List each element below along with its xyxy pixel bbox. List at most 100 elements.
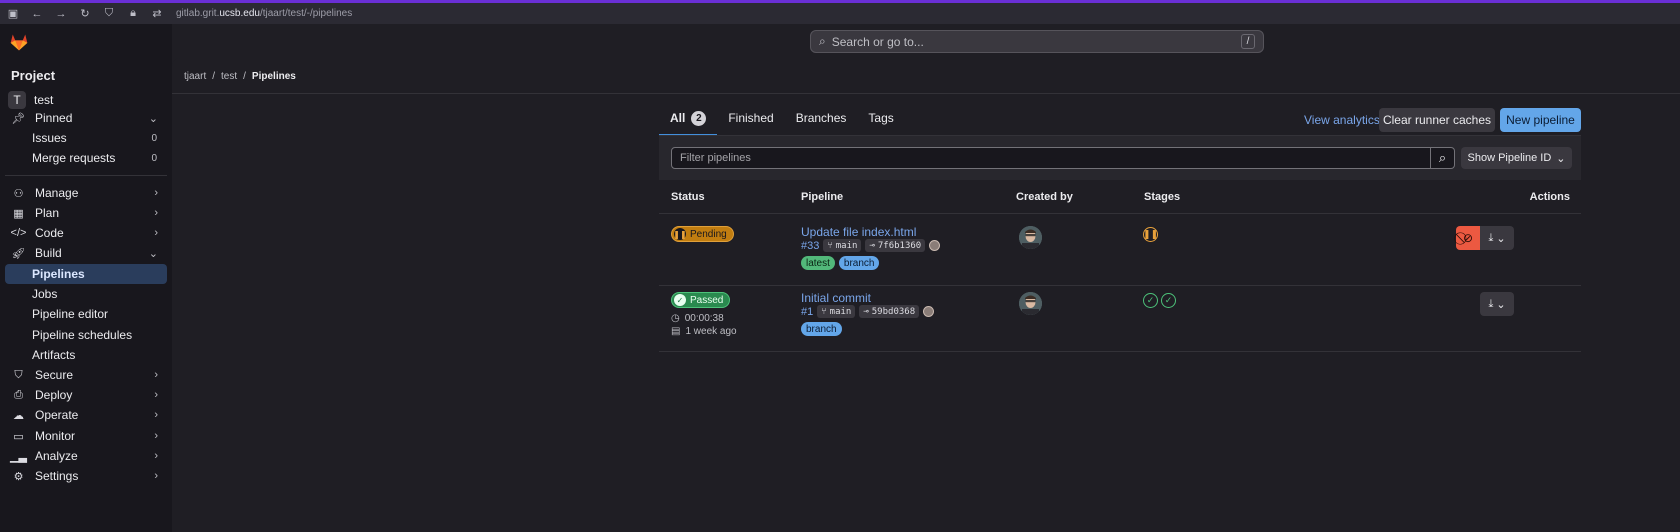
sidebar-item-plan[interactable]: ▦ Plan › [5, 203, 167, 223]
main-content: tjaart / test / Pipelines All 2 Finished … [172, 58, 1680, 532]
sidebar-item-operate[interactable]: ☁ Operate › [5, 405, 167, 425]
chart-icon: ▁▃ [10, 450, 27, 463]
sidebar-item-secure[interactable]: ⛉ Secure › [5, 365, 167, 385]
tab-all[interactable]: All 2 [659, 102, 718, 136]
pipeline-title-link[interactable]: Initial commit [801, 291, 871, 305]
sidebar-item-analyze[interactable]: ▁▃ Analyze › [5, 446, 167, 466]
sidebar-item-pinned[interactable]: 📌︎ Pinned ⌄ [5, 108, 167, 128]
chevron-down-icon: ⌄ [1496, 232, 1506, 245]
back-icon[interactable]: ← [32, 8, 43, 20]
branch-icon: ⑂ [827, 240, 833, 251]
sidebar-item-settings[interactable]: ⚙ Settings › [5, 466, 167, 486]
pipeline-id-link[interactable]: #33 [801, 240, 819, 252]
filter-pipelines-input[interactable]: Filter pipelines [671, 147, 1431, 169]
sidebar-item-deploy[interactable]: ⎙ Deploy › [5, 385, 167, 405]
breadcrumb-user[interactable]: tjaart [184, 71, 206, 82]
view-analytics-link[interactable]: View analytics [1304, 108, 1380, 132]
address-bar[interactable]: gitlab.grit.ucsb.edu/tjaart/test/-/pipel… [176, 8, 352, 19]
tag-branch[interactable]: branch [801, 322, 842, 336]
pending-icon: ❚❚ [673, 228, 687, 240]
download-artifacts-button[interactable]: ⤓ ⌄ [1480, 292, 1514, 316]
chevron-down-icon: ⌄ [1556, 152, 1566, 165]
sidebar-item-pipeline-editor[interactable]: Pipeline editor [5, 304, 167, 324]
chevron-down-icon: ⌄ [148, 247, 158, 260]
search-placeholder: Search or go to... [831, 34, 924, 49]
tag-branch[interactable]: branch [838, 256, 880, 270]
forward-icon[interactable]: → [56, 8, 67, 20]
cancel-pipeline-button[interactable]: ⃠⊘ [1456, 226, 1480, 250]
clock-icon: ◷ [671, 313, 680, 324]
users-icon: ⚇ [13, 187, 24, 200]
header-pipeline: Pipeline [801, 191, 844, 203]
commit-author-avatar[interactable] [929, 240, 941, 251]
permissions-icon[interactable]: ⇄ [152, 8, 162, 20]
gitlab-logo-icon[interactable] [9, 32, 29, 52]
sidebar-toggle-icon[interactable]: ▣ [8, 8, 18, 20]
status-badge[interactable]: ❚❚ Pending [671, 226, 734, 242]
sidebar-divider [5, 175, 167, 176]
download-artifacts-button[interactable]: ⤓ ⌄ [1480, 226, 1514, 250]
table-header: Status Pipeline Created by Stages Action… [659, 180, 1581, 214]
sidebar-item-issues[interactable]: Issues 0 [5, 128, 167, 148]
branch-chip[interactable]: ⑂ main [817, 305, 856, 318]
commit-author-avatar[interactable] [923, 306, 935, 317]
filter-search-button[interactable]: ⌕ [1431, 147, 1455, 169]
sort-dropdown[interactable]: Show Pipeline ID ⌄ [1461, 147, 1572, 169]
breadcrumb: tjaart / test / Pipelines [184, 71, 296, 82]
deploy-icon: ⎙ [14, 388, 23, 401]
commit-chip[interactable]: ⊸ 7f6b1360 [865, 239, 926, 252]
filter-bar: Filter pipelines ⌕ Show Pipeline ID ⌄ [659, 136, 1581, 180]
sidebar-item-code[interactable]: </> Code › [5, 223, 167, 243]
breadcrumb-current[interactable]: Pipelines [252, 71, 296, 82]
clear-runner-caches-button[interactable]: Clear runner caches [1379, 108, 1495, 132]
pipeline-finished-time: ▤ 1 week ago [671, 326, 737, 337]
pipeline-id-link[interactable]: #1 [801, 306, 813, 318]
status-badge[interactable]: ✓ Passed [671, 292, 731, 308]
shield-icon[interactable]: ⛉ [104, 7, 114, 19]
monitor-icon: ▭ [13, 430, 24, 443]
pipeline-duration: ◷ 00:00:38 [671, 313, 724, 324]
lock-icon: 🔒︎ [130, 7, 136, 19]
tab-branches[interactable]: Branches [785, 102, 858, 136]
issues-count: 0 [151, 132, 157, 144]
tab-finished[interactable]: Finished [717, 102, 784, 136]
reload-icon[interactable]: ↻ [80, 8, 90, 20]
stage-pending-icon[interactable]: ❚❚ [1143, 227, 1158, 242]
breadcrumb-project[interactable]: test [221, 71, 237, 82]
sidebar-item-pipelines[interactable]: Pipelines [5, 264, 167, 284]
calendar-icon: ▤ [671, 326, 681, 337]
new-pipeline-button[interactable]: New pipeline [1500, 108, 1581, 132]
project-avatar: T [8, 91, 26, 109]
sidebar-item-build[interactable]: 🚀︎ Build ⌄ [5, 243, 167, 263]
sidebar-item-manage[interactable]: ⚇ Manage › [5, 183, 167, 203]
chevron-down-icon: ⌄ [148, 112, 158, 125]
calendar-icon: ▦ [13, 207, 24, 220]
header-status: Status [671, 191, 705, 203]
pipeline-meta: #33 ⑂ main ⊸ 7f6b1360 [801, 239, 941, 252]
commit-chip[interactable]: ⊸ 59bd0368 [859, 305, 920, 318]
gear-icon: ⚙ [13, 470, 24, 483]
chevron-right-icon: › [154, 450, 158, 462]
sidebar-item-pipeline-schedules[interactable]: Pipeline schedules [5, 325, 167, 345]
sidebar-item-merge-requests[interactable]: Merge requests 0 [5, 148, 167, 168]
project-link[interactable]: T test [8, 91, 53, 109]
browser-toolbar: ▣ ← → ↻ ⛉ 🔒︎ ⇄ gitlab.grit.ucsb.edu/tjaa… [0, 0, 1680, 24]
tab-tags[interactable]: Tags [857, 102, 904, 136]
tag-latest[interactable]: latest [801, 256, 835, 270]
sidebar-item-monitor[interactable]: ▭ Monitor › [5, 426, 167, 446]
avatar[interactable] [1019, 226, 1042, 249]
user-avatar-icon [1019, 226, 1042, 249]
stage-passed-icon[interactable]: ✓ [1143, 293, 1158, 308]
chevron-right-icon: › [154, 470, 158, 482]
avatar[interactable] [1019, 292, 1042, 315]
search-input[interactable]: ⌕ Search or go to... / [810, 30, 1264, 53]
sidebar-item-artifacts[interactable]: Artifacts [5, 345, 167, 365]
sidebar-item-jobs[interactable]: Jobs [5, 284, 167, 304]
branch-chip[interactable]: ⑂ main [823, 239, 862, 252]
pipeline-tags: branch [801, 322, 842, 336]
chevron-right-icon: › [154, 207, 158, 219]
stage-passed-icon[interactable]: ✓ [1161, 293, 1176, 308]
pipeline-title-link[interactable]: Update file index.html [801, 225, 916, 239]
download-icon: ⤓ [1488, 297, 1494, 310]
sidebar: Project T test 📌︎ Pinned ⌄ Issues 0 Merg… [0, 24, 172, 532]
